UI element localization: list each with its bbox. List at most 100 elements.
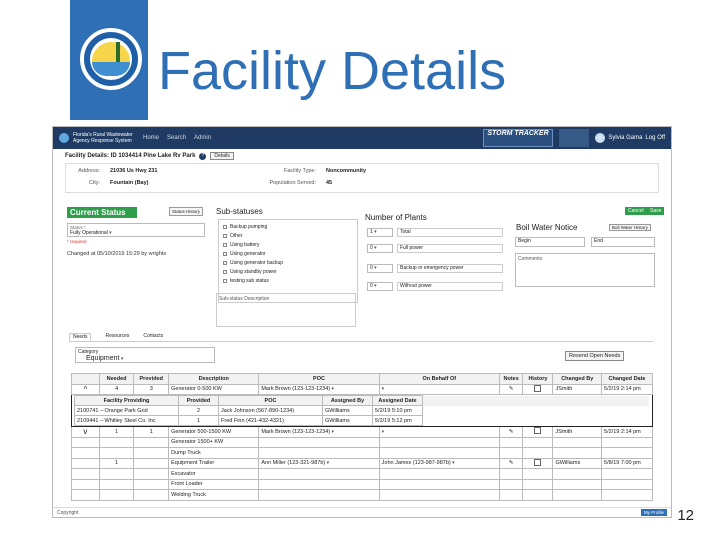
facility-header: Facility Details: ID 1034414 Pine Lake R… (53, 149, 671, 163)
plant-row-total: 1 Total (367, 227, 503, 237)
notes-icon[interactable]: ✎ (498, 426, 524, 438)
end-date-input[interactable]: End (591, 237, 655, 247)
history-icon[interactable] (522, 426, 554, 438)
tab-bar: Needs Resources Contacts (69, 333, 653, 342)
cancel-button[interactable]: Cancel (625, 207, 647, 215)
poc-select[interactable]: Mark Brown (123-123-1234) (258, 383, 380, 395)
substatus-list: Backup pumping Other Using battery Using… (218, 219, 358, 303)
save-button[interactable]: Save (647, 207, 665, 215)
storm-tracker-logo: STORM TRACKER (483, 129, 553, 147)
status-history-button[interactable]: Status History (169, 207, 204, 216)
col-needed: Needed (98, 373, 135, 385)
substatus-heading: Sub-statuses (216, 207, 263, 216)
tab-needs[interactable]: Needs (69, 333, 92, 341)
plant-count-input[interactable]: 1 (367, 227, 393, 237)
col-on-behalf: On Behalf Of (378, 373, 500, 385)
plant-count-label: Without power (397, 281, 503, 291)
app-topbar: Florida's Rural Wastewater Agency Respon… (53, 127, 671, 149)
table-row: 1 Equipment Trailer Ann Miller (123-321-… (71, 457, 653, 469)
address-value: 21036 Us Hwy 231 (110, 168, 158, 174)
nav-admin[interactable]: Admin (194, 135, 211, 141)
on-behalf-select[interactable] (378, 426, 500, 438)
agency-logo-icon (59, 133, 69, 143)
provider-subtable-row: Facility Providing Provided POC Assigned… (71, 394, 653, 427)
table-row: v 1 1 Generator 500-1500 KW Mark Brown (… (71, 426, 653, 438)
table-row: Excavator (71, 468, 653, 480)
substatus-checkbox[interactable]: Other (223, 231, 353, 240)
app-footer: Copyright My Profile (53, 507, 671, 517)
tab-contacts[interactable]: Contacts (143, 333, 163, 341)
table-row: Welding Truck (71, 489, 653, 501)
table-row: Generator 1500+ KW (71, 436, 653, 448)
category-value: Equipment (86, 355, 212, 362)
table-row: Dump Truck (71, 447, 653, 459)
logoff-link[interactable]: Log Off (645, 135, 665, 141)
status-select[interactable]: Status * Fully Operational (67, 223, 205, 237)
plant-count-label: Total (397, 227, 503, 237)
avatar (595, 133, 606, 143)
app-screenshot: Florida's Rural Wastewater Agency Respon… (52, 126, 672, 518)
on-behalf-select[interactable]: John James (123-987-987b) (378, 457, 500, 469)
history-icon[interactable] (522, 457, 554, 469)
city-value: Fountain (Bay) (110, 180, 149, 186)
facility-type-value: Noncommunity (326, 168, 367, 174)
col-history: History (522, 373, 554, 385)
slide-page-number: 12 (677, 507, 694, 524)
my-profile-button[interactable]: My Profile (640, 509, 667, 516)
plant-row-without: 0 Without power (367, 281, 503, 291)
table-row: 2100741 – Orange Park Grid 2 Jack Johnso… (74, 405, 650, 416)
nav-search[interactable]: Search (167, 135, 186, 141)
required-note: * required (67, 239, 87, 244)
plant-count-input[interactable]: 0 (367, 263, 393, 273)
substatus-checkbox[interactable]: Using standby power (223, 267, 353, 276)
plant-row-full: 0 Full power (367, 243, 503, 253)
plant-count-label: Backup or emergency power (397, 263, 503, 273)
needs-table: Needed Provided Description POC On Behal… (71, 373, 653, 501)
hurricane-icon (559, 129, 589, 147)
col-provided: Provided (133, 373, 170, 385)
expand-arrow-icon[interactable]: v (71, 426, 100, 438)
substatus-checkbox[interactable]: Using generator (223, 249, 353, 258)
category-select[interactable]: Category Equipment (75, 347, 215, 363)
current-status-heading: Current Status (67, 207, 137, 218)
substatus-checkbox[interactable]: Using generator backup (223, 258, 353, 267)
details-button[interactable]: Details (210, 152, 234, 160)
facility-type-label: Facility Type: (284, 168, 316, 174)
substatus-checkbox[interactable]: Using battery (223, 240, 353, 249)
notes-icon[interactable]: ✎ (498, 383, 524, 395)
col-description: Description (168, 373, 260, 385)
copyright-text: Copyright (57, 510, 79, 516)
boil-water-heading: Boil Water Notice (516, 223, 578, 232)
resend-open-needs-button[interactable]: Resend Open Needs (565, 351, 625, 361)
population-label: Population Served: (269, 180, 316, 186)
poc-select[interactable]: Ann Miller (123-321-987b) (258, 457, 380, 469)
collapse-arrow-icon[interactable]: ^ (71, 383, 100, 395)
begin-date-input[interactable]: Begin (515, 237, 585, 247)
on-behalf-select[interactable] (378, 383, 500, 395)
substatus-checkbox[interactable]: Backup pumping (223, 222, 353, 231)
substatus-checkbox[interactable]: testing sub status (223, 276, 353, 285)
help-icon[interactable]: ? (199, 152, 207, 160)
tab-resources[interactable]: Resources (105, 333, 129, 341)
plant-count-input[interactable]: 0 (367, 243, 393, 253)
history-icon[interactable] (522, 383, 554, 395)
main-nav: Home Search Admin (143, 135, 211, 141)
table-row: ^ 4 3 Generator 0-500 KW Mark Brown (123… (71, 383, 653, 395)
plants-heading: Number of Plants (365, 213, 427, 222)
plant-count-input[interactable]: 0 (367, 281, 393, 291)
needs-header-row: Needed Provided Description POC On Behal… (71, 373, 653, 385)
substatus-description-input[interactable]: Sub-status Description (216, 293, 356, 327)
col-poc: POC (258, 373, 380, 385)
boil-water-history-button[interactable]: Boil Water History (609, 224, 651, 231)
plant-count-label: Full power (397, 243, 503, 253)
notes-icon[interactable]: ✎ (498, 457, 524, 469)
user-name: Sylvia Gama (608, 135, 643, 141)
status-value: Fully Operational (70, 230, 202, 236)
poc-select[interactable]: Mark Brown (123-123-1234) (258, 426, 380, 438)
col-changed-date: Changed Date (601, 373, 653, 385)
nav-home[interactable]: Home (143, 135, 159, 141)
user-menu[interactable]: Sylvia Gama Log Off (595, 133, 665, 143)
status-changed-text: Changed at 05/10/2019 15:29 by wrights (67, 251, 167, 257)
table-row: 2109441 – Whitley Steel Co. Inc 1 Fred F… (74, 415, 650, 426)
comments-input[interactable]: Comments (515, 253, 655, 287)
